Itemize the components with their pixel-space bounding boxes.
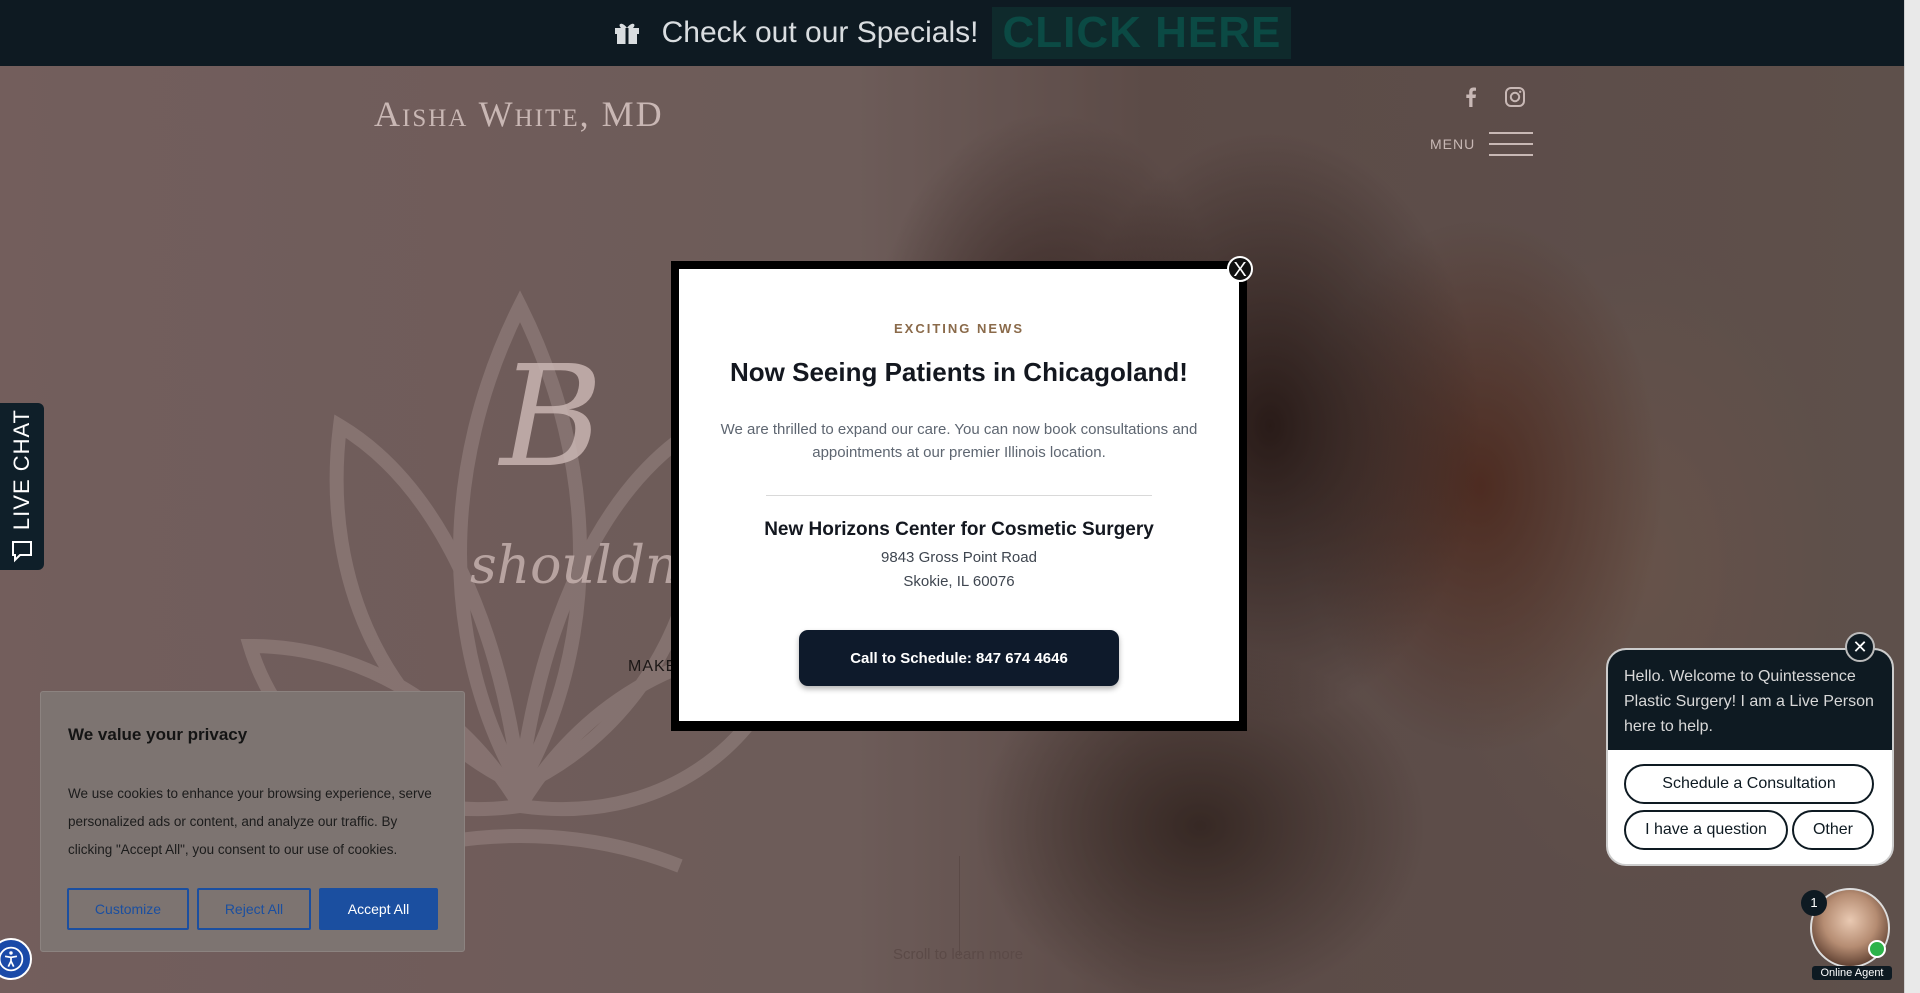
modal-divider	[766, 495, 1152, 496]
hero-script-large: B	[500, 336, 603, 499]
chat-bubble-icon	[12, 541, 32, 563]
page-scrollbar[interactable]	[1904, 0, 1920, 993]
center-name: New Horizons Center for Cosmetic Surgery	[764, 519, 1154, 540]
have-question-option[interactable]: I have a question	[1624, 810, 1788, 850]
scroll-line	[959, 856, 960, 956]
other-option[interactable]: Other	[1792, 810, 1874, 850]
chat-welcome-message: Hello. Welcome to Quintessence Plastic S…	[1608, 650, 1892, 750]
accessibility-icon	[0, 946, 24, 972]
address-line-1: 9843 Gross Point Road	[881, 549, 1037, 566]
modal-description: We are thrilled to expand our care. You …	[720, 421, 1198, 461]
live-chat-tab[interactable]: LIVE CHAT	[0, 403, 44, 570]
chat-close-button[interactable]: ✕	[1845, 632, 1875, 662]
live-chat-label: LIVE CHAT	[9, 408, 34, 530]
online-status-dot	[1868, 940, 1886, 958]
customize-button[interactable]: Customize	[67, 888, 189, 930]
site-logo[interactable]: Aisha White, MD	[374, 93, 664, 135]
cookie-title: We value your privacy	[68, 725, 248, 744]
click-here-link[interactable]: CLICK HERE	[992, 7, 1292, 59]
cookie-consent-banner: We value your privacy We use cookies to …	[40, 691, 465, 952]
announcement-modal: EXCITING NEWS Now Seeing Patients in Chi…	[671, 261, 1247, 731]
modal-content: EXCITING NEWS Now Seeing Patients in Chi…	[679, 269, 1239, 721]
online-agent-label: Online Agent	[1812, 966, 1892, 980]
cookie-body: We use cookies to enhance your browsing …	[68, 786, 432, 857]
social-links	[1460, 86, 1526, 108]
modal-title: Now Seeing Patients in Chicagoland!	[730, 357, 1188, 387]
menu-toggle[interactable]: MENU	[1430, 132, 1534, 156]
scroll-text[interactable]: Scroll to learn more	[893, 946, 1023, 963]
call-to-schedule-button[interactable]: Call to Schedule: 847 674 4646	[799, 630, 1119, 686]
schedule-consultation-option[interactable]: Schedule a Consultation	[1624, 764, 1874, 804]
specials-banner: Check out our Specials! CLICK HERE	[0, 0, 1905, 66]
accept-all-button[interactable]: Accept All	[319, 888, 438, 930]
hero-make-text: MAKE	[628, 658, 678, 675]
hamburger-icon[interactable]	[1489, 132, 1534, 156]
modal-close-button[interactable]: X	[1227, 256, 1253, 282]
reject-all-button[interactable]: Reject All	[197, 888, 311, 930]
specials-text: Check out our Specials!	[661, 16, 979, 49]
gift-icon	[614, 23, 639, 44]
address-line-2: Skokie, IL 60076	[903, 573, 1015, 590]
facebook-icon[interactable]	[1460, 86, 1482, 108]
chat-widget: Hello. Welcome to Quintessence Plastic S…	[1606, 648, 1894, 866]
notification-badge: 1	[1801, 890, 1827, 916]
instagram-icon[interactable]	[1504, 86, 1526, 108]
modal-kicker: EXCITING NEWS	[893, 321, 1024, 336]
menu-label: MENU	[1430, 136, 1476, 152]
